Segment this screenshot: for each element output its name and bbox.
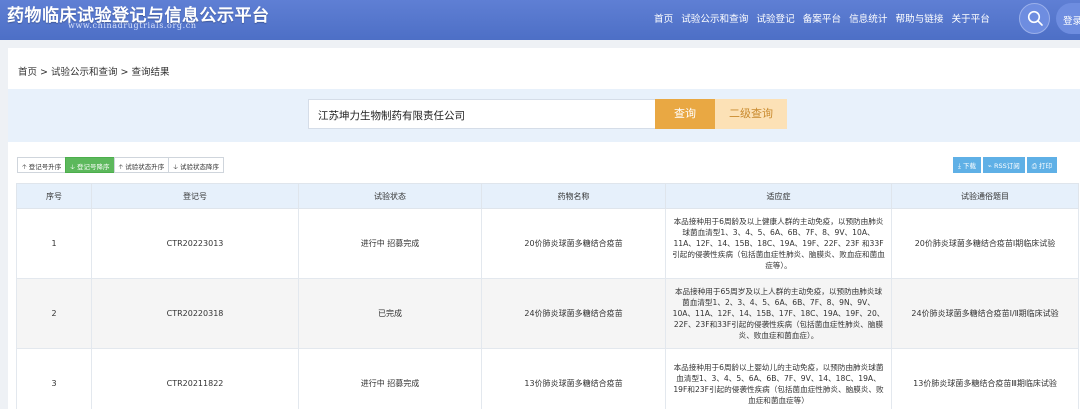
download-button[interactable]: ⤓ 下载 bbox=[953, 157, 981, 173]
arrow-up-icon: 🡡 bbox=[118, 163, 124, 171]
sort-label: 登记号升序 bbox=[28, 163, 62, 171]
content-panel: 首页 > 试验公示和查询 > 查询结果 江苏坤力生物制药有限责任公司 查询 二级… bbox=[8, 48, 1080, 409]
rss-icon: ⌁ bbox=[987, 162, 992, 170]
cell-indication: 本品接种用于6周龄以上婴幼儿的主动免疫，以预防由肺炎球菌血清型1、3、4、5、6… bbox=[665, 348, 892, 409]
table-row[interactable]: 2 CTR20220318 已完成 24价肺炎球菌多糖结合疫苗 本品接种用于65… bbox=[16, 278, 1079, 349]
cell-no: 1 bbox=[16, 208, 92, 279]
cell-status: 进行中 招募完成 bbox=[298, 348, 482, 409]
secondary-query-button[interactable]: 二级查询 bbox=[715, 99, 787, 129]
breadcrumb: 首页 > 试验公示和查询 > 查询结果 bbox=[18, 67, 170, 78]
cell-indication: 本品接种用于6周龄及以上健康人群的主动免疫，以预防由肺炎球菌血清型1、3、4、5… bbox=[665, 208, 892, 279]
col-header-indication: 适应症 bbox=[665, 183, 892, 209]
col-header-drug: 药物名称 bbox=[481, 183, 666, 209]
cell-no: 3 bbox=[16, 348, 92, 409]
cell-title[interactable]: 20价肺炎球菌多糖结合疫苗Ⅰ期临床试验 bbox=[891, 208, 1079, 279]
query-button[interactable]: 查询 bbox=[655, 99, 715, 129]
cell-title[interactable]: 24价肺炎球菌多糖结合疫苗Ⅰ/Ⅱ期临床试验 bbox=[891, 278, 1079, 349]
cell-status: 进行中 招募完成 bbox=[298, 208, 482, 279]
tool-label: 下载 bbox=[962, 162, 976, 170]
nav-trial-query[interactable]: 试验公示和查询 bbox=[681, 11, 748, 25]
results-table: 序号 登记号 试验状态 药物名称 适应症 试验通俗题目 1 CTR2022301… bbox=[16, 183, 1079, 409]
search-band: 江苏坤力生物制药有限责任公司 查询 二级查询 bbox=[8, 89, 1080, 142]
site-url: www.chinadrugtrials.org.cn bbox=[68, 21, 197, 30]
cell-drug: 13价肺炎球菌多糖结合疫苗 bbox=[481, 348, 666, 409]
sort-reg-desc-button[interactable]: 🡣 登记号降序 bbox=[65, 157, 115, 173]
sort-status-asc-button[interactable]: 🡡 试验状态升序 bbox=[113, 157, 170, 173]
tool-buttons: ⤓ 下载 ⌁ RSS订阅 ⎙ 打印 bbox=[951, 157, 1058, 173]
arrow-down-icon: 🡣 bbox=[70, 163, 75, 171]
sort-label: 试验状态升序 bbox=[125, 163, 165, 171]
download-icon: ⤓ bbox=[958, 162, 961, 170]
sort-status-desc-button[interactable]: 🡣 试验状态降序 bbox=[168, 157, 224, 173]
sort-reg-asc-button[interactable]: 🡡 登记号升序 bbox=[17, 157, 67, 173]
cell-drug: 24价肺炎球菌多糖结合疫苗 bbox=[481, 278, 666, 349]
tool-label: 打印 bbox=[1039, 162, 1053, 170]
login-button[interactable]: 登录 bbox=[1056, 3, 1080, 34]
cell-status: 已完成 bbox=[298, 278, 482, 349]
rss-button[interactable]: ⌁ RSS订阅 bbox=[982, 157, 1025, 173]
table-row[interactable]: 3 CTR20211822 进行中 招募完成 13价肺炎球菌多糖结合疫苗 本品接… bbox=[16, 348, 1079, 409]
print-button[interactable]: ⎙ 打印 bbox=[1026, 157, 1058, 173]
table-header-row: 序号 登记号 试验状态 药物名称 适应症 试验通俗题目 bbox=[16, 183, 1079, 209]
col-header-title: 试验通俗题目 bbox=[891, 183, 1079, 209]
cell-no: 2 bbox=[16, 278, 92, 349]
cell-reg[interactable]: CTR20211822 bbox=[91, 348, 299, 409]
cell-reg[interactable]: CTR20220318 bbox=[91, 278, 299, 349]
search-icon bbox=[1027, 10, 1043, 26]
top-header: 药物临床试验登记与信息公示平台 www.chinadrugtrials.org.… bbox=[0, 0, 1080, 40]
sort-label: 登记号降序 bbox=[77, 163, 110, 171]
nav-filing-platform[interactable]: 备案平台 bbox=[803, 11, 841, 25]
nav-help-links[interactable]: 帮助与链接 bbox=[895, 11, 943, 25]
cell-title[interactable]: 13价肺炎球菌多糖结合疫苗Ⅲ期临床试验 bbox=[891, 348, 1079, 409]
nav-about[interactable]: 关于平台 bbox=[951, 11, 989, 25]
nav-trial-register[interactable]: 试验登记 bbox=[756, 11, 794, 25]
header-search-button[interactable] bbox=[1019, 3, 1050, 34]
cell-drug: 20价肺炎球菌多糖结合疫苗 bbox=[481, 208, 666, 279]
cell-reg[interactable]: CTR20223013 bbox=[91, 208, 299, 279]
nav-home[interactable]: 首页 bbox=[654, 11, 673, 25]
table-row[interactable]: 1 CTR20223013 进行中 招募完成 20价肺炎球菌多糖结合疫苗 本品接… bbox=[16, 208, 1079, 279]
sort-buttons: 🡡 登记号升序 🡣 登记号降序 🡡 试验状态升序 🡣 试验状态降序 bbox=[17, 157, 224, 173]
main-nav: 首页 试验公示和查询 试验登记 备案平台 信息统计 帮助与链接 关于平台 bbox=[654, 11, 998, 25]
cell-indication: 本品接种用于65周岁及以上人群的主动免疫，以预防由肺炎球菌血清型1、2、3、4、… bbox=[665, 278, 892, 349]
sort-label: 试验状态降序 bbox=[180, 163, 219, 171]
col-header-no: 序号 bbox=[16, 183, 92, 209]
tool-label: RSS订阅 bbox=[993, 162, 1020, 170]
arrow-down-icon: 🡣 bbox=[173, 163, 178, 171]
search-input[interactable]: 江苏坤力生物制药有限责任公司 bbox=[308, 99, 656, 129]
col-header-reg[interactable]: 登记号 bbox=[91, 183, 299, 209]
col-header-status[interactable]: 试验状态 bbox=[298, 183, 482, 209]
printer-icon: ⎙ bbox=[1031, 162, 1037, 170]
nav-statistics[interactable]: 信息统计 bbox=[849, 11, 887, 25]
arrow-up-icon: 🡡 bbox=[22, 163, 27, 171]
